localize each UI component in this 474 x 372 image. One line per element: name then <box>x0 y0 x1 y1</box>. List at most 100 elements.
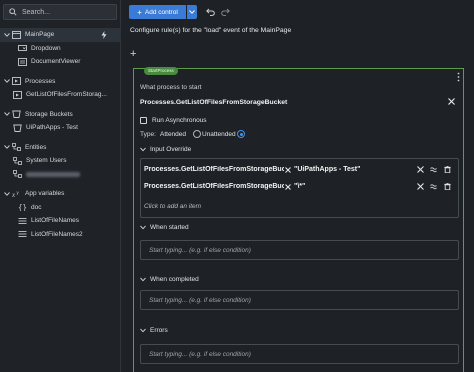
expression-icon[interactable] <box>430 166 437 173</box>
page-icon <box>12 30 21 39</box>
rule-input-placeholder: Start typing... (e.g. if else condition) <box>149 246 251 254</box>
add-control-label: Add control <box>144 8 178 16</box>
add-control-button[interactable]: + Add control <box>129 5 186 19</box>
when-completed-rule-input[interactable]: Start typing... (e.g. if else condition) <box>140 290 459 310</box>
tree-item-label: MainPage <box>25 31 55 39</box>
when-started-label: When started <box>150 224 189 231</box>
search-placeholder: Search... <box>22 8 51 16</box>
bucket-icon <box>13 124 22 132</box>
tree-item-blurred[interactable] <box>0 168 121 182</box>
chevron-down-icon <box>140 147 146 152</box>
search-input[interactable]: Search... <box>3 4 117 20</box>
clear-key-icon[interactable] <box>285 184 291 190</box>
tree-group-storage-buckets[interactable]: Storage Buckets <box>0 108 121 122</box>
when-started-rule-input[interactable]: Start typing... (e.g. if else condition) <box>140 240 459 260</box>
tree-item-label: ListOfFileNames2 <box>31 230 83 238</box>
chevron-down-icon <box>140 225 146 230</box>
clear-key-icon[interactable] <box>285 167 291 173</box>
override-key[interactable]: Processes.GetListOfFilesFromStorageBucke… <box>144 166 284 173</box>
rule-input-placeholder: Start typing... (e.g. if else condition) <box>149 350 251 358</box>
tree-item-variable-doc[interactable]: {} doc <box>0 201 121 215</box>
errors-label: Errors <box>150 327 168 334</box>
trash-icon[interactable] <box>444 183 451 190</box>
clear-value-icon[interactable] <box>417 166 424 173</box>
entity-icon <box>13 170 22 179</box>
more-options-icon[interactable] <box>457 72 460 82</box>
tree-group-app-variables[interactable]: xy App variables <box>0 187 121 201</box>
add-rule-button[interactable]: + <box>130 49 136 60</box>
errors-section-toggle[interactable]: Errors <box>140 327 168 334</box>
tree-item-mainpage[interactable]: MainPage <box>0 28 121 42</box>
bucket-icon <box>12 110 21 119</box>
expression-icon[interactable] <box>430 183 437 190</box>
tree-item-variable-listoffilenames2[interactable]: ListOfFileNames2 <box>0 228 121 242</box>
errors-rule-input[interactable]: Start typing... (e.g. if else condition) <box>140 344 459 364</box>
type-selected-radio[interactable] <box>237 130 245 138</box>
tree-group-entities[interactable]: Entities <box>0 141 121 155</box>
tree-group-label: App variables <box>25 190 65 198</box>
when-completed-section-toggle[interactable]: When completed <box>140 276 199 283</box>
chevron-down-icon <box>4 191 10 196</box>
tree-item-label: Dropdown <box>31 44 61 52</box>
svg-text:{}: {} <box>18 203 27 211</box>
type-label: Type: <box>140 131 156 138</box>
sidebar-tree: MainPage Dropdown DocumentViewer Process… <box>0 28 121 241</box>
svg-text:y: y <box>17 190 20 195</box>
override-value[interactable]: "\*" <box>294 183 305 190</box>
input-override-label: Input Override <box>150 146 192 153</box>
add-override-item[interactable]: Click to add an item <box>144 203 201 210</box>
redo-icon[interactable] <box>221 8 230 16</box>
undo-icon[interactable] <box>206 8 215 16</box>
tree-item-label: UiPathApps - Test <box>26 124 78 132</box>
when-completed-label: When completed <box>150 276 199 283</box>
tree-item-label: System Users <box>26 157 67 165</box>
tree-item-label: ListOfFileNames <box>31 217 80 225</box>
list-icon <box>18 217 27 224</box>
rule-input-placeholder: Start typing... (e.g. if else condition) <box>149 296 251 304</box>
trash-icon[interactable] <box>444 166 451 173</box>
entity-icon <box>13 156 22 165</box>
search-icon <box>9 8 17 16</box>
lightning-icon[interactable] <box>101 31 107 39</box>
chevron-down-icon <box>4 112 10 117</box>
chevron-down-icon <box>140 277 146 282</box>
tree-item-storage-bucket[interactable]: UiPathApps - Test <box>0 121 121 135</box>
chevron-down-icon <box>140 328 146 333</box>
dropdown-control-icon <box>18 45 27 52</box>
tree-item-system-users[interactable]: System Users <box>0 154 121 168</box>
tree-item-variable-listoffilenames[interactable]: ListOfFileNames <box>0 214 121 228</box>
type-unattended-radio[interactable] <box>193 130 201 138</box>
type-unattended-label[interactable]: Unattended <box>202 131 236 138</box>
tree-item-label: DocumentViewer <box>31 58 81 66</box>
chevron-down-icon <box>189 10 195 14</box>
svg-text:x: x <box>12 191 16 198</box>
document-viewer-icon <box>18 57 27 66</box>
page-title: Configure rule(s) for the "load" event o… <box>130 27 292 34</box>
override-value[interactable]: "UiPathApps - Test" <box>294 166 360 173</box>
override-key[interactable]: Processes.GetListOfFilesFromStorageBucke… <box>144 183 284 190</box>
variable-icon: xy <box>12 190 20 198</box>
rule-type-tag: StartProcess <box>144 67 178 75</box>
when-started-section-toggle[interactable]: When started <box>140 224 189 231</box>
tree-item-process[interactable]: GetListOfFilesFromStorag... <box>0 88 121 102</box>
chevron-down-icon <box>4 145 10 150</box>
clear-value-icon[interactable] <box>417 183 424 190</box>
clear-process-icon[interactable] <box>448 98 455 105</box>
rule-card <box>133 68 464 372</box>
type-attended-label[interactable]: Attended <box>160 131 186 138</box>
tree-group-processes[interactable]: Processes <box>0 75 121 89</box>
toolbar: + Add control <box>121 0 474 24</box>
process-field-value[interactable]: Processes.GetListOfFilesFromStorageBucke… <box>140 99 287 106</box>
tree-item-dropdown[interactable]: Dropdown <box>0 42 121 56</box>
tree-group-label: Storage Buckets <box>25 110 73 118</box>
chevron-down-icon <box>4 32 10 37</box>
braces-icon: {} <box>18 203 27 211</box>
add-control-dropdown-button[interactable] <box>187 5 197 19</box>
run-async-checkbox[interactable] <box>140 117 147 124</box>
tree-item-documentviewer[interactable]: DocumentViewer <box>0 55 121 69</box>
input-override-section-toggle[interactable]: Input Override <box>140 146 191 153</box>
list-icon <box>18 231 27 238</box>
process-field-label: What process to start <box>140 84 202 91</box>
tree-item-label: GetListOfFilesFromStorag... <box>26 91 107 99</box>
app-root: Search... MainPage Dropdown DocumentView… <box>0 0 474 372</box>
